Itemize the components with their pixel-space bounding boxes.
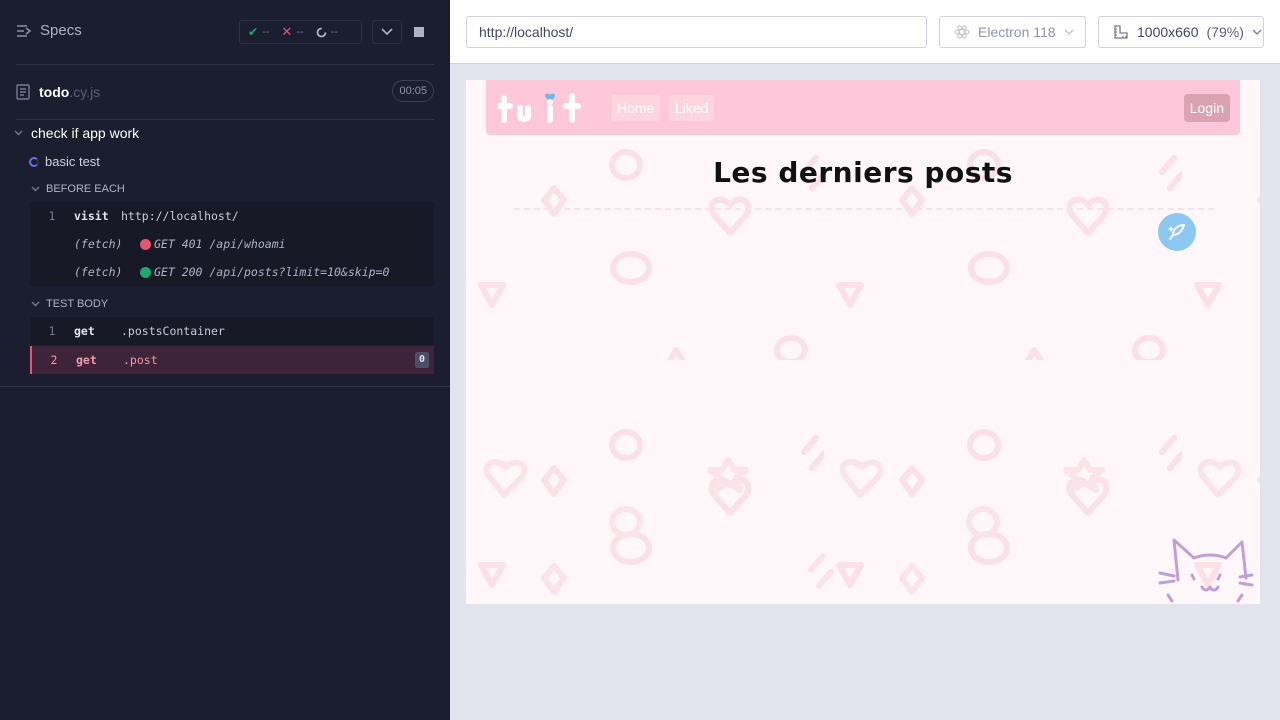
passed-stat: ✔ -- (248, 25, 269, 39)
login-button[interactable]: Login (1183, 94, 1230, 122)
app-navbar: Home Liked Login (486, 80, 1240, 135)
element-count-badge: 0 (415, 352, 429, 368)
document-icon (16, 84, 30, 100)
failed-command-row[interactable]: 2 get .post 0 (30, 346, 434, 374)
command-number: 1 (48, 324, 56, 338)
reporter-panel: Specs ✔ -- ✕ -- -- todo .cy.js 00:05 che… (0, 0, 450, 720)
commands-divider (0, 386, 450, 387)
command-number: 1 (48, 209, 56, 223)
fetch-row[interactable]: (fetch) GET 401 /api/whoami (30, 230, 434, 258)
fetch-label: (fetch) (74, 265, 123, 279)
command-number: 2 (50, 353, 58, 367)
chevron-down-icon (31, 301, 40, 307)
spec-divider (16, 119, 434, 120)
x-icon: ✕ (281, 24, 293, 39)
test-title: basic test (45, 154, 100, 169)
chevron-down-icon (14, 130, 23, 136)
section-label: TEST BODY (46, 298, 109, 310)
test-stats: ✔ -- ✕ -- -- (239, 20, 362, 44)
pending-count: -- (330, 26, 338, 38)
app-iframe[interactable]: Home Liked Login Les derniers posts (466, 80, 1260, 604)
fetch-request: GET 200 /api/posts?limit=10&skip=0 (154, 265, 390, 279)
electron-icon (954, 25, 970, 39)
fetch-row[interactable]: (fetch) GET 200 /api/posts?limit=10&skip… (30, 258, 434, 286)
spec-extension: .cy.js (69, 84, 101, 100)
fetch-label: (fetch) (74, 237, 123, 251)
tuit-logo[interactable] (498, 86, 584, 126)
check-icon: ✔ (248, 25, 259, 39)
chevron-down-icon (1064, 29, 1074, 35)
specs-button[interactable]: Specs (16, 22, 82, 39)
nav-liked-link[interactable]: Liked (669, 95, 715, 121)
failed-count: -- (296, 26, 304, 38)
browser-name: Electron 118 (978, 24, 1056, 40)
running-spinner-icon (29, 156, 39, 167)
pending-stat: -- (316, 26, 338, 38)
status-dot-icon (140, 238, 151, 250)
pending-icon (316, 27, 327, 37)
test-body-section[interactable]: TEST BODY (31, 298, 108, 310)
auto-scroll-toggle[interactable] (372, 20, 402, 44)
stop-icon (414, 27, 424, 37)
ruler-icon (1114, 25, 1128, 39)
header-divider (16, 64, 434, 65)
command-row[interactable]: 1 visit http://localhost/ (30, 202, 434, 230)
passed-count: -- (262, 26, 270, 38)
title-divider (514, 208, 1214, 210)
command-message: http://localhost/ (121, 209, 239, 223)
chevron-down-icon (31, 186, 40, 192)
new-post-button[interactable] (1158, 213, 1196, 251)
browser-selector[interactable]: Electron 118 (939, 16, 1086, 48)
before-each-hook[interactable]: BEFORE EACH (31, 183, 125, 195)
spec-duration: 00:05 (392, 80, 434, 102)
url-field[interactable]: http://localhost/ (466, 16, 927, 48)
command-name: get (76, 353, 97, 367)
status-dot-icon (140, 266, 151, 278)
command-name: get (74, 324, 95, 338)
hook-label: BEFORE EACH (46, 183, 125, 195)
failed-stat: ✕ -- (281, 24, 303, 40)
viewport-size: 1000x660 (1137, 24, 1199, 40)
reporter-header: Specs ✔ -- ✕ -- -- (0, 0, 450, 64)
feather-pen-icon (1168, 224, 1185, 240)
suite-row[interactable]: check if app work (14, 125, 139, 141)
chevron-down-icon (381, 28, 393, 36)
test-row[interactable]: basic test (29, 154, 100, 169)
suite-title: check if app work (31, 125, 140, 141)
aut-header: http://localhost/ Electron 118 1000x660 … (450, 0, 1280, 64)
specs-list-icon (17, 24, 32, 37)
page-title: Les derniers posts (713, 156, 1013, 189)
chevron-down-icon (1252, 29, 1262, 35)
command-row[interactable]: 1 get .postsContainer (30, 317, 434, 345)
viewport-selector[interactable]: 1000x660 (79%) (1098, 16, 1264, 48)
viewport-scale: (79%) (1206, 24, 1244, 40)
spec-file-row[interactable]: todo .cy.js 00:05 (16, 80, 434, 102)
specs-label: Specs (40, 22, 82, 39)
command-message: .post (123, 353, 158, 367)
stop-button[interactable] (404, 20, 434, 44)
fetch-request: GET 401 /api/whoami (154, 237, 286, 251)
command-message: .postsContainer (121, 324, 225, 338)
spec-name: todo (39, 84, 70, 100)
command-name: visit (74, 209, 109, 223)
cat-illustration (1158, 538, 1254, 603)
nav-home-link[interactable]: Home (611, 95, 661, 121)
